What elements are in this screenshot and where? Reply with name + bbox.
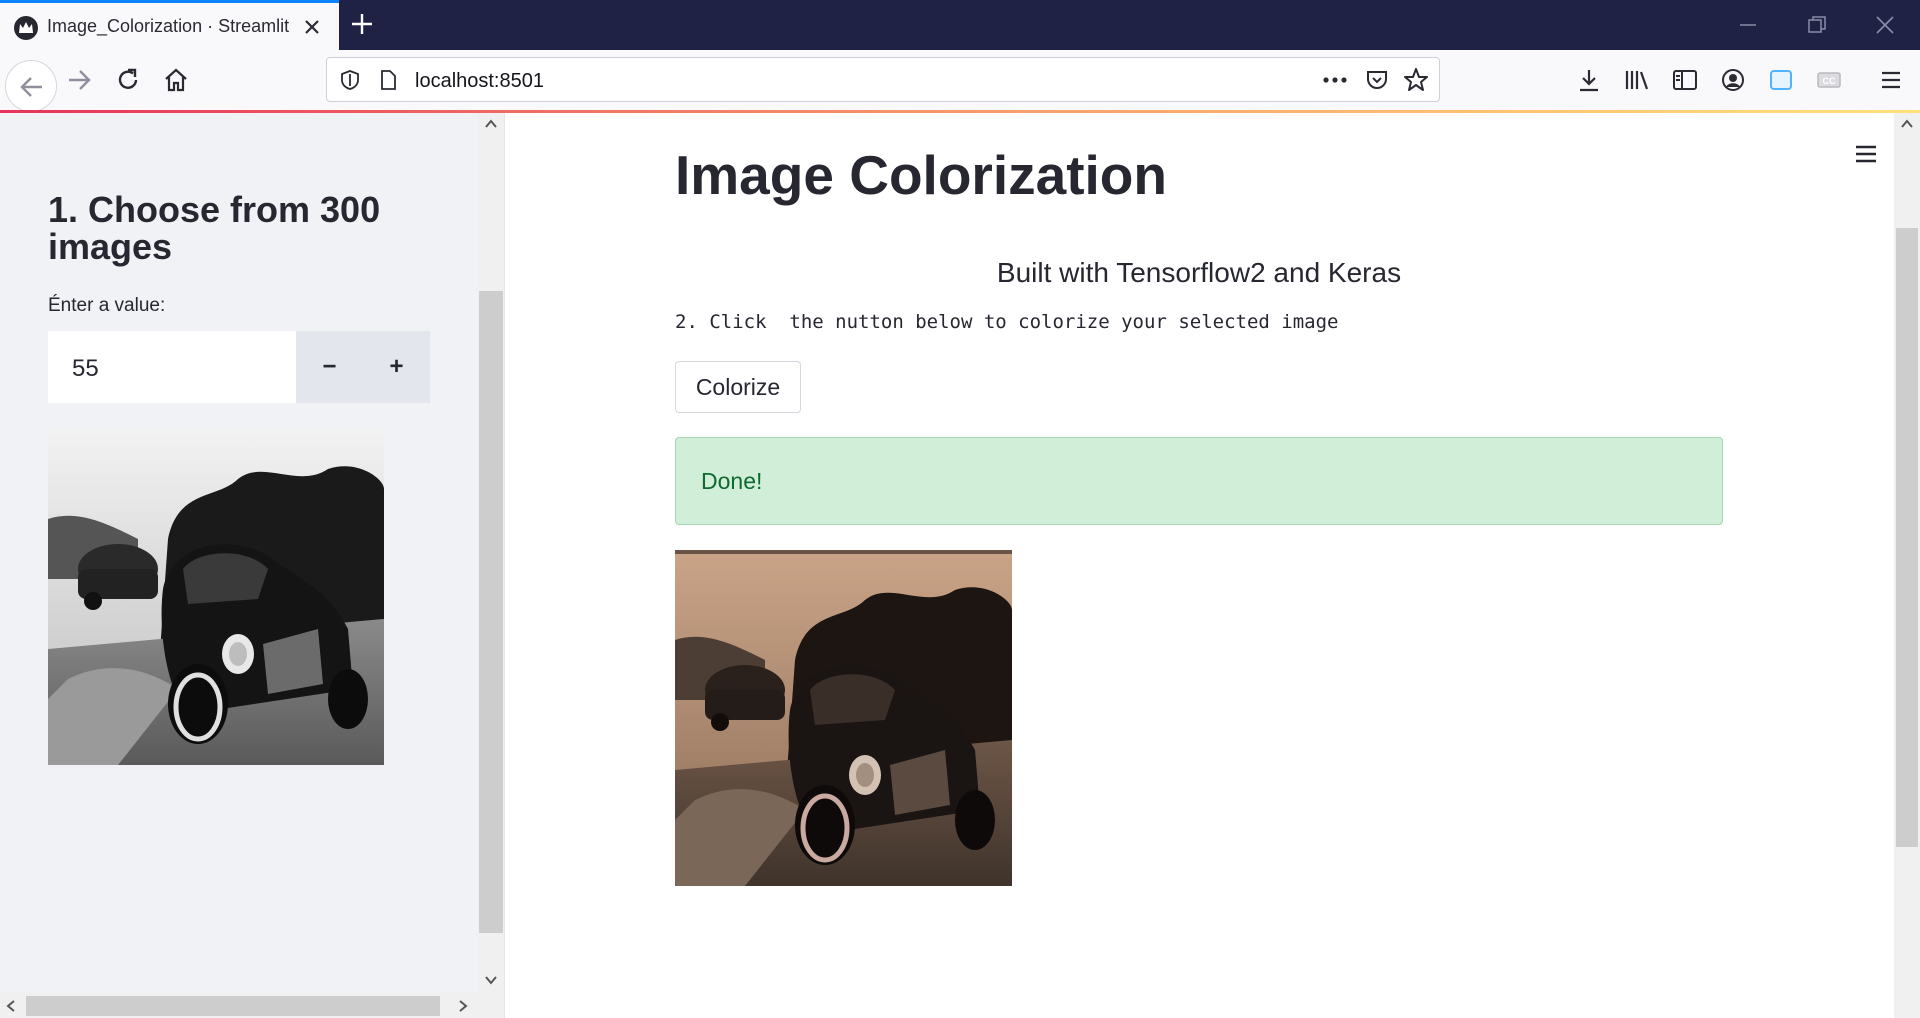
sidebar-heading: 1. Choose from 300 images: [48, 189, 381, 267]
back-button[interactable]: [5, 60, 57, 112]
downloads-icon[interactable]: [1573, 64, 1605, 96]
pocket-icon[interactable]: [1365, 68, 1389, 92]
number-input-value[interactable]: 55: [72, 355, 99, 383]
page-title: Image Colorization: [675, 144, 1167, 206]
decrement-button[interactable]: −: [296, 331, 363, 403]
selected-grayscale-image: [48, 429, 384, 765]
reload-icon[interactable]: [112, 64, 144, 96]
sidebar-scrollbar-thumb[interactable]: [479, 291, 503, 933]
library-icon[interactable]: [1621, 64, 1653, 96]
tracking-shield-icon[interactable]: [339, 69, 361, 91]
extension-icon[interactable]: [1765, 64, 1797, 96]
browser-tab-bar: Image_Colorization · Streamlit: [0, 0, 1920, 50]
number-input-label: Énter a value:: [48, 295, 166, 316]
hamburger-menu-icon[interactable]: [1853, 141, 1879, 167]
forward-icon[interactable]: [63, 64, 95, 96]
sidebar-divider: [504, 113, 505, 1018]
account-icon[interactable]: [1717, 64, 1749, 96]
close-tab-icon[interactable]: [300, 15, 324, 39]
url-text[interactable]: localhost:8501: [415, 70, 544, 93]
streamlit-favicon-icon: [14, 16, 38, 40]
sidebar-horizontal-scrollbar-thumb[interactable]: [26, 996, 440, 1016]
restore-window-icon[interactable]: [1806, 14, 1828, 36]
main-scrollbar-thumb[interactable]: [1896, 228, 1918, 847]
sidebar-toggle-icon[interactable]: [1669, 64, 1701, 96]
tab-title: Image_Colorization · Streamlit: [47, 16, 290, 36]
minimize-window-icon[interactable]: [1737, 14, 1759, 36]
sidebar: 1. Choose from 300 images Énter a value:…: [0, 113, 480, 1018]
new-tab-icon[interactable]: [348, 10, 376, 38]
app-menu-icon[interactable]: [1875, 64, 1907, 96]
captions-extension-icon[interactable]: CC: [1813, 64, 1845, 96]
address-bar[interactable]: localhost:8501: [326, 57, 1440, 102]
colorized-image: [675, 550, 1012, 886]
instruction-text: 2. Click the nutton below to colorize yo…: [675, 311, 1339, 333]
page-info-icon[interactable]: [377, 69, 399, 91]
home-icon[interactable]: [160, 64, 192, 96]
navigation-toolbar: localhost:8501 CC: [0, 50, 1920, 112]
page-actions-icon[interactable]: [1321, 70, 1349, 90]
success-message: Done!: [701, 468, 763, 494]
bookmark-star-icon[interactable]: [1403, 67, 1429, 93]
number-input[interactable]: 55: [48, 331, 296, 403]
colorize-button[interactable]: Colorize: [675, 361, 801, 413]
close-window-icon[interactable]: [1874, 14, 1896, 36]
page-subtitle: Built with Tensorflow2 and Keras: [996, 257, 1402, 288]
increment-button[interactable]: +: [363, 331, 430, 403]
success-alert: Done!: [675, 437, 1723, 525]
browser-tab[interactable]: Image_Colorization · Streamlit: [0, 0, 339, 50]
svg-text:CC: CC: [1823, 76, 1836, 86]
